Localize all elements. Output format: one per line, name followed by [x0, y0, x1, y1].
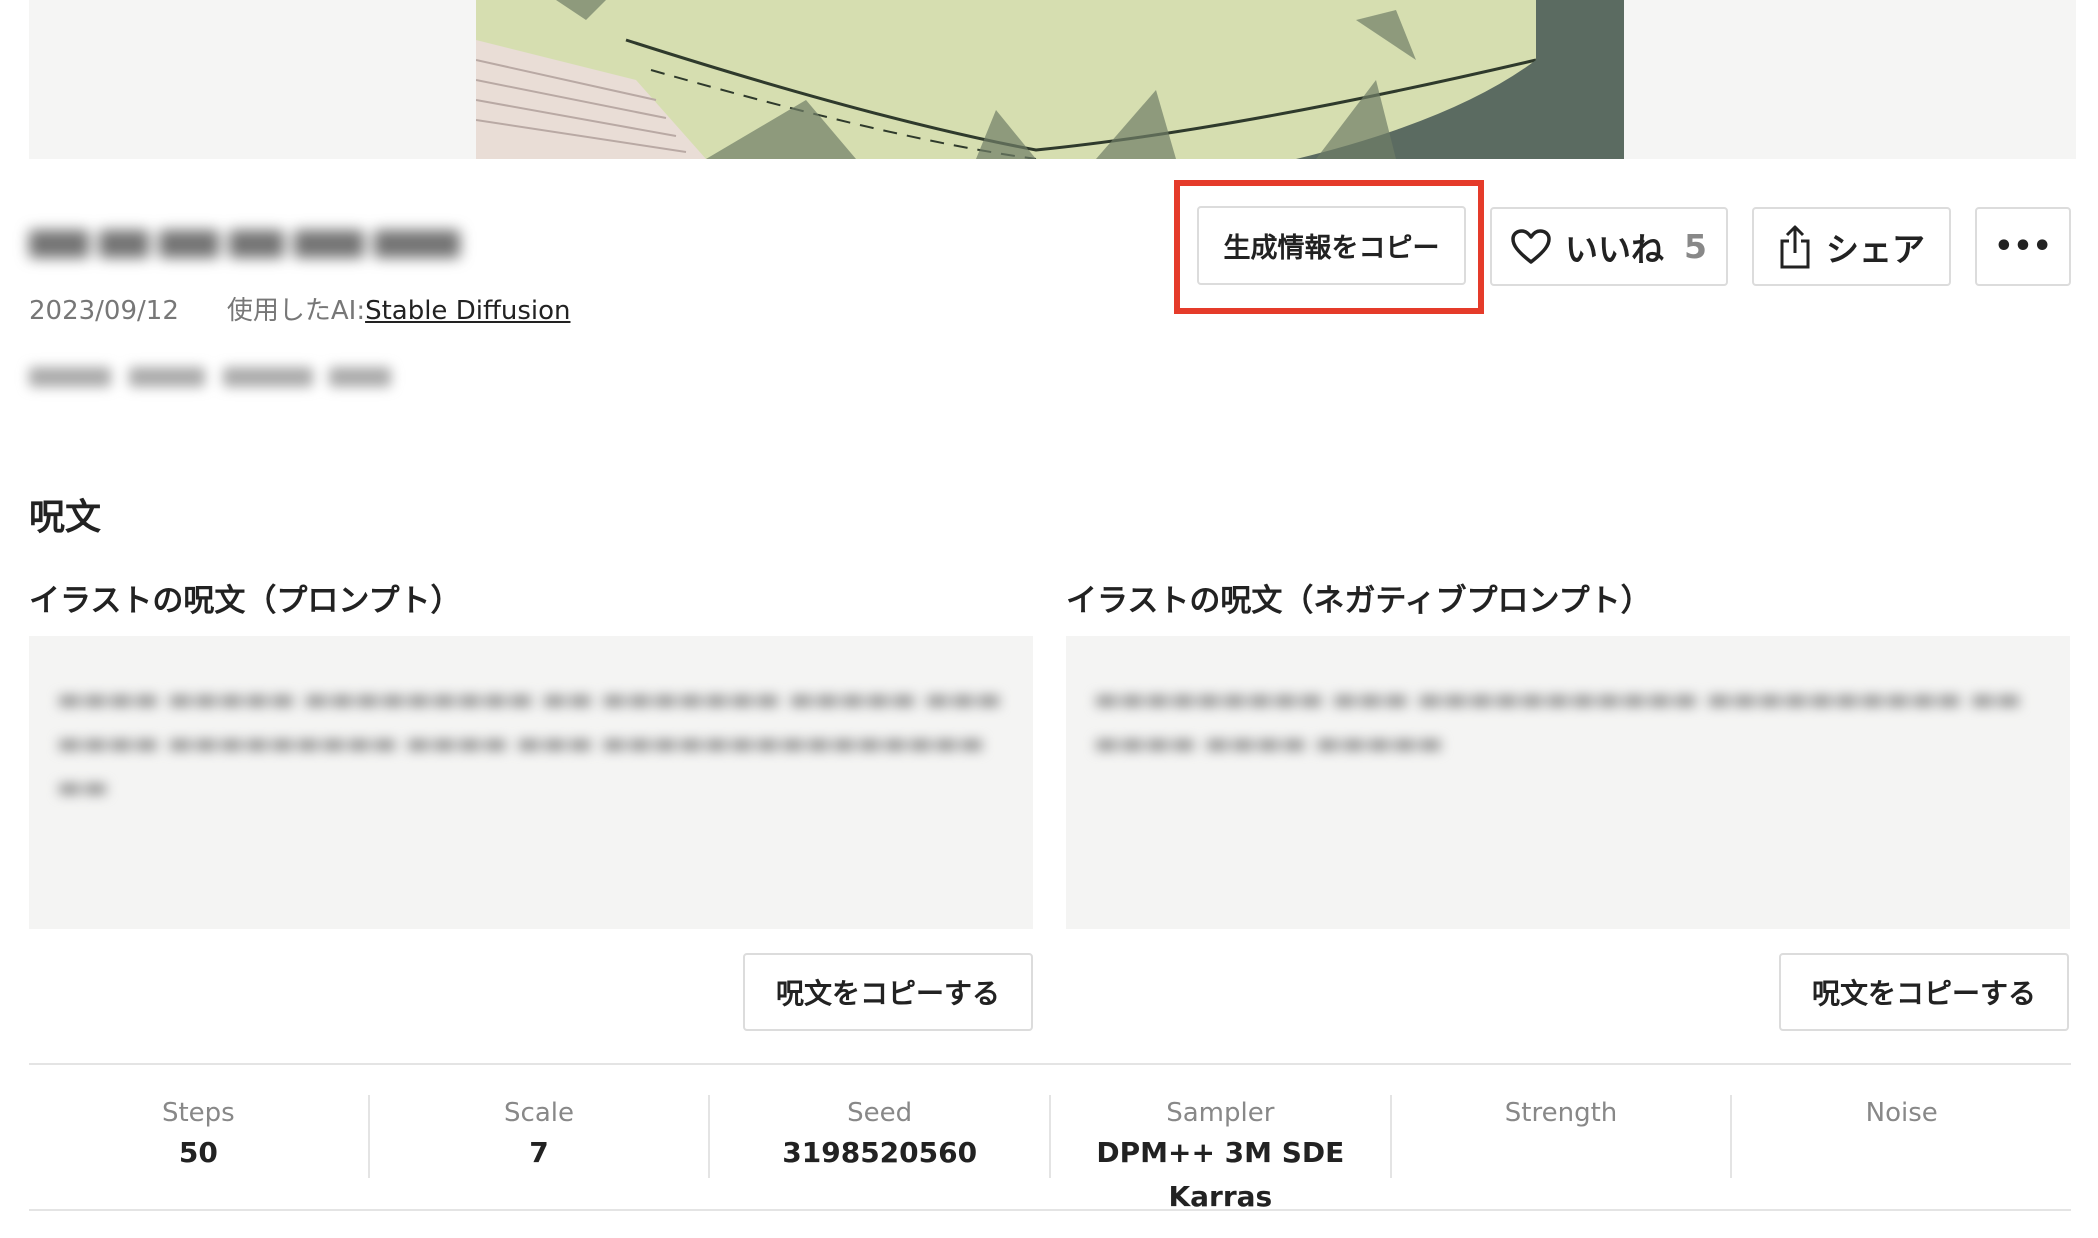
heart-icon [1511, 228, 1551, 265]
param-label: Scale [504, 1098, 574, 1128]
param-value: 50 [178, 1136, 218, 1169]
section-title: 呪文 [29, 497, 102, 538]
share-button[interactable]: シェア [1752, 207, 1951, 286]
param-label: Sampler [1166, 1098, 1275, 1128]
prompt-text-blurred: ▬▬▬▬ ▬▬▬▬▬ ▬▬▬▬▬▬▬▬▬ ▬▬ ▬▬▬▬▬▬▬ ▬▬▬▬▬ ▬▬… [57, 684, 1002, 803]
ai-label: 使用したAI: [226, 296, 366, 326]
post-date: 2023/09/12 [29, 296, 179, 326]
param-label: Steps [161, 1098, 235, 1128]
param-strength: Strength [1392, 1095, 1733, 1178]
ellipsis-icon: ••• [1994, 229, 2052, 264]
tags-blurred [29, 359, 391, 395]
post-meta: 2023/09/12 使用したAI:Stable Diffusion [29, 290, 571, 327]
copy-prompt-button[interactable]: 呪文をコピーする [743, 953, 1033, 1031]
share-icon [1778, 225, 1812, 269]
negative-prompt-text-box[interactable]: ▬▬▬▬▬▬▬▬▬ ▬▬▬ ▬▬▬▬▬▬▬▬▬▬▬ ▬▬▬▬▬▬▬▬▬▬ ▬▬▬… [1066, 636, 2070, 929]
prompt-text-box[interactable]: ▬▬▬▬ ▬▬▬▬▬ ▬▬▬▬▬▬▬▬▬ ▬▬ ▬▬▬▬▬▬▬ ▬▬▬▬▬ ▬▬… [29, 636, 1033, 929]
like-count: 5 [1684, 227, 1707, 266]
copy-generation-info-button[interactable]: 生成情報をコピー [1197, 206, 1466, 285]
param-label: Seed [847, 1098, 913, 1128]
share-label: シェア [1826, 229, 1925, 269]
post-title-blurred [29, 222, 460, 266]
like-button[interactable]: いいね 5 [1490, 207, 1728, 286]
copy-negative-prompt-button[interactable]: 呪文をコピーする [1779, 953, 2069, 1031]
negative-prompt-text-blurred: ▬▬▬▬▬▬▬▬▬ ▬▬▬ ▬▬▬▬▬▬▬▬▬▬▬ ▬▬▬▬▬▬▬▬▬▬ ▬▬▬… [1094, 684, 2022, 759]
param-sampler: Sampler DPM++ 3M SDE Karras [1051, 1095, 1392, 1213]
param-steps: Steps 50 [29, 1095, 370, 1178]
negative-prompt-heading: イラストの呪文（ネガティブプロンプト） [1066, 583, 1652, 619]
illustration-image[interactable] [476, 0, 1624, 159]
param-label: Strength [1504, 1098, 1618, 1128]
divider [29, 1063, 2071, 1065]
ai-model-link[interactable]: Stable Diffusion [365, 296, 570, 326]
param-value: 3198520560 [782, 1136, 978, 1169]
generation-params: Steps 50 Scale 7 Seed 3198520560 Sampler… [29, 1095, 2071, 1213]
like-label: いいね [1565, 229, 1665, 269]
param-scale: Scale 7 [370, 1095, 711, 1178]
param-value: DPM++ 3M SDE Karras [1096, 1136, 1345, 1213]
param-seed: Seed 3198520560 [710, 1095, 1052, 1178]
param-label: Noise [1865, 1098, 1938, 1128]
divider [29, 1209, 2071, 1211]
more-options-button[interactable]: ••• [1975, 207, 2071, 286]
param-value: 7 [529, 1136, 549, 1169]
prompt-heading: イラストの呪文（プロンプト） [29, 583, 462, 619]
param-noise: Noise [1732, 1095, 2071, 1178]
